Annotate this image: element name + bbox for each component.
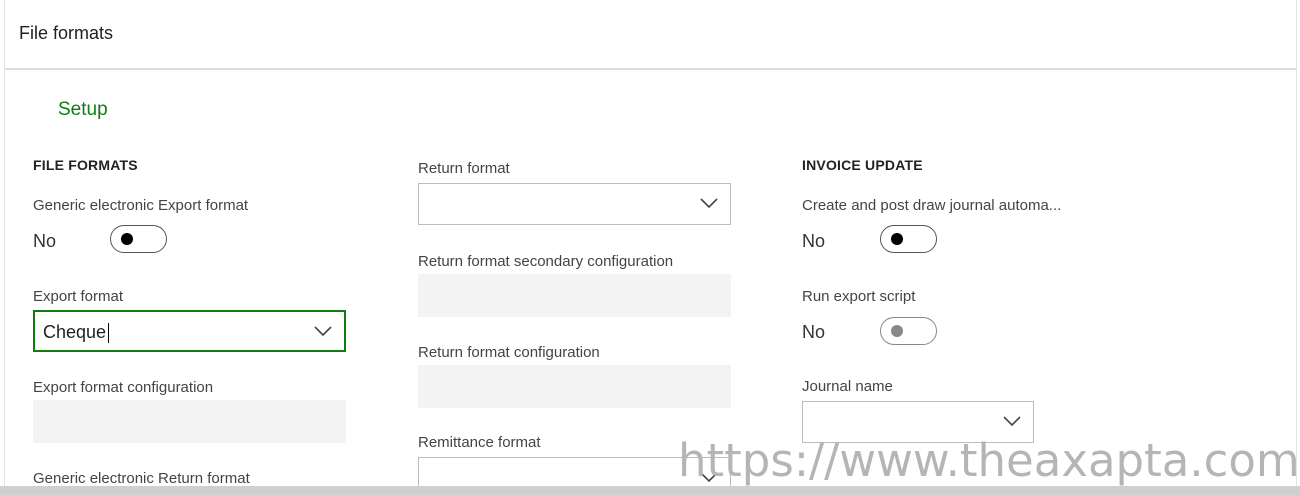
bottom-edge bbox=[0, 486, 1300, 495]
section-heading-invoice-update: INVOICE UPDATE bbox=[802, 157, 923, 173]
toggle-knob bbox=[891, 233, 903, 245]
toggle-knob bbox=[121, 233, 133, 245]
title-divider bbox=[5, 68, 1297, 70]
export-format-combo[interactable]: Cheque bbox=[33, 310, 346, 352]
chevron-down-icon[interactable] bbox=[1003, 415, 1021, 427]
generic-return-label: Generic electronic Return format bbox=[33, 470, 250, 487]
create-post-value: No bbox=[802, 231, 826, 251]
return-format-combo[interactable] bbox=[418, 183, 731, 225]
return-format-label: Return format bbox=[418, 160, 510, 177]
return-secondary-config-label: Return format secondary configuration bbox=[418, 253, 674, 270]
generic-export-toggle[interactable] bbox=[110, 225, 167, 253]
create-post-label: Create and post draw journal automa... bbox=[802, 197, 1062, 214]
run-export-script-toggle[interactable] bbox=[880, 317, 937, 345]
run-export-script-label: Run export script bbox=[802, 288, 916, 305]
chevron-down-icon[interactable] bbox=[314, 325, 332, 337]
export-format-label: Export format bbox=[33, 288, 124, 305]
toggle-knob bbox=[891, 325, 903, 337]
page-title: File formats bbox=[19, 23, 114, 43]
return-config-label: Return format configuration bbox=[418, 344, 600, 361]
section-heading-file-formats: FILE FORMATS bbox=[33, 157, 138, 173]
export-format-value[interactable]: Cheque bbox=[43, 322, 106, 343]
export-format-config-label: Export format configuration bbox=[33, 379, 214, 396]
return-secondary-config-field bbox=[418, 274, 731, 317]
create-post-toggle[interactable] bbox=[880, 225, 937, 253]
text-caret bbox=[108, 323, 109, 343]
generic-export-value: No bbox=[33, 231, 57, 251]
journal-name-label: Journal name bbox=[802, 378, 893, 395]
generic-export-label: Generic electronic Export format bbox=[33, 197, 249, 214]
tab-setup[interactable]: Setup bbox=[58, 99, 108, 121]
chevron-down-icon[interactable] bbox=[700, 197, 718, 209]
return-config-field bbox=[418, 365, 731, 408]
watermark-text: https://www.theaxapta.com/ bbox=[678, 434, 1300, 487]
export-format-config-field bbox=[33, 400, 346, 443]
remittance-format-label: Remittance format bbox=[418, 434, 541, 451]
run-export-script-value: No bbox=[802, 322, 826, 342]
